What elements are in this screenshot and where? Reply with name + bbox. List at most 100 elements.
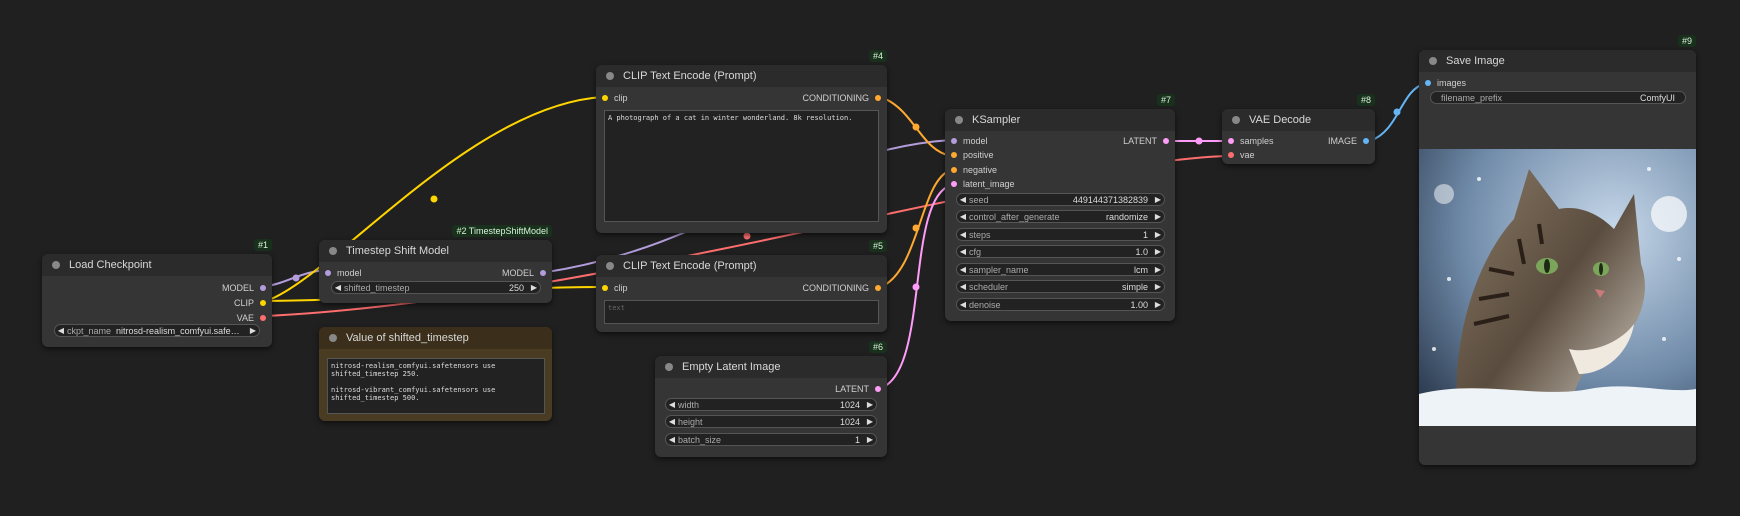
node-title-bar[interactable]: Empty Latent Image — [655, 356, 887, 378]
collapse-dot-icon[interactable] — [329, 247, 337, 255]
input-vae[interactable]: vae — [1222, 150, 1255, 160]
arrow-right-icon[interactable]: ▶ — [1152, 282, 1164, 291]
arrow-right-icon[interactable]: ▶ — [864, 435, 876, 444]
widget-value: simple — [1121, 281, 1148, 292]
node-ksampler[interactable]: #7 KSampler model positive negative late… — [945, 94, 1175, 321]
arrow-right-icon[interactable]: ▶ — [1152, 230, 1164, 239]
node-title-bar[interactable]: Value of shifted_timestep — [319, 327, 552, 349]
slot-label: latent_image — [963, 179, 1015, 189]
shifted-timestep-number[interactable]: ◀ shifted_timestep 250 ▶ — [331, 281, 541, 294]
input-model[interactable]: model — [319, 268, 362, 278]
note-text[interactable]: nitrosd-realism_comfyui.safetensors use … — [327, 358, 545, 414]
node-title-bar[interactable]: Timestep Shift Model — [319, 240, 552, 262]
slot-label: MODEL — [501, 268, 534, 278]
input-images[interactable]: images — [1419, 78, 1466, 88]
arrow-left-icon[interactable]: ◀ — [957, 212, 969, 221]
node-title-bar[interactable]: Save Image — [1419, 50, 1696, 72]
node-empty-latent-image[interactable]: #6 Empty Latent Image LATENT ◀ width 1024 ▶… — [655, 341, 887, 457]
height-number[interactable]: ◀ height 1024 ▶ — [665, 415, 877, 428]
input-clip[interactable]: clip — [596, 283, 628, 293]
output-latent[interactable]: LATENT — [1123, 136, 1175, 146]
input-model[interactable]: model — [945, 136, 988, 146]
output-conditioning[interactable]: CONDITIONING — [803, 283, 888, 293]
collapse-dot-icon[interactable] — [606, 262, 614, 270]
seed-number[interactable]: ◀ seed 449144371382839 ▶ — [956, 193, 1165, 206]
arrow-left-icon[interactable]: ◀ — [666, 417, 678, 426]
slot-label: LATENT — [835, 384, 869, 394]
node-id-badge: #2 TimestepShiftModel — [452, 225, 552, 237]
arrow-left-icon[interactable]: ◀ — [55, 326, 67, 335]
width-number[interactable]: ◀ width 1024 ▶ — [665, 398, 877, 411]
output-model[interactable]: MODEL — [502, 268, 552, 278]
arrow-right-icon[interactable]: ▶ — [1152, 195, 1164, 204]
arrow-right-icon[interactable]: ▶ — [247, 326, 259, 335]
output-vae[interactable]: VAE — [237, 313, 272, 323]
arrow-left-icon[interactable]: ◀ — [666, 435, 678, 444]
ckpt-name-combo[interactable]: ◀ ckpt_name nitrosd-realism_comfyui.safe…… — [54, 324, 260, 337]
collapse-dot-icon[interactable] — [606, 72, 614, 80]
collapse-dot-icon[interactable] — [955, 116, 963, 124]
widget-label: sampler_name — [969, 264, 1029, 275]
arrow-right-icon[interactable]: ▶ — [1152, 265, 1164, 274]
arrow-right-icon[interactable]: ▶ — [1152, 212, 1164, 221]
arrow-left-icon[interactable]: ◀ — [957, 230, 969, 239]
arrow-left-icon[interactable]: ◀ — [957, 300, 969, 309]
widget-label: seed — [969, 194, 989, 205]
collapse-dot-icon[interactable] — [52, 261, 60, 269]
output-clip[interactable]: CLIP — [234, 298, 272, 308]
steps-number[interactable]: ◀ steps 1 ▶ — [956, 228, 1165, 241]
input-latent-image[interactable]: latent_image — [945, 179, 1015, 189]
arrow-left-icon[interactable]: ◀ — [957, 265, 969, 274]
input-negative[interactable]: negative — [945, 165, 997, 175]
sampler-name-combo[interactable]: ◀ sampler_name lcm ▶ — [956, 263, 1165, 276]
cfg-number[interactable]: ◀ cfg 1.0 ▶ — [956, 245, 1165, 258]
widget-value: 1.0 — [1135, 246, 1148, 257]
arrow-right-icon[interactable]: ▶ — [1152, 300, 1164, 309]
input-positive[interactable]: positive — [945, 150, 994, 160]
collapse-dot-icon[interactable] — [665, 363, 673, 371]
collapse-dot-icon[interactable] — [1429, 57, 1437, 65]
collapse-dot-icon[interactable] — [1232, 116, 1240, 124]
control-after-generate-combo[interactable]: ◀ control_after_generate randomize ▶ — [956, 210, 1165, 223]
output-latent[interactable]: LATENT — [835, 384, 887, 394]
output-conditioning[interactable]: CONDITIONING — [803, 93, 888, 103]
arrow-left-icon[interactable]: ◀ — [957, 282, 969, 291]
slot-label: CLIP — [233, 298, 254, 308]
node-clip-text-encode-negative[interactable]: #5 CLIP Text Encode (Prompt) clip CONDIT… — [596, 240, 888, 332]
arrow-right-icon[interactable]: ▶ — [864, 417, 876, 426]
node-clip-text-encode-positive[interactable]: #4 CLIP Text Encode (Prompt) clip CONDIT… — [596, 50, 888, 233]
batch-size-number[interactable]: ◀ batch_size 1 ▶ — [665, 433, 877, 446]
prompt-text-area[interactable]: text — [604, 300, 879, 324]
arrow-left-icon[interactable]: ◀ — [332, 283, 344, 292]
arrow-right-icon[interactable]: ▶ — [1152, 247, 1164, 256]
input-clip[interactable]: clip — [596, 93, 628, 103]
output-image-preview[interactable] — [1419, 149, 1696, 426]
node-title: Load Checkpoint — [69, 259, 152, 271]
node-title-bar[interactable]: CLIP Text Encode (Prompt) — [596, 65, 887, 87]
arrow-left-icon[interactable]: ◀ — [957, 195, 969, 204]
arrow-left-icon[interactable]: ◀ — [957, 247, 969, 256]
node-title-bar[interactable]: CLIP Text Encode (Prompt) — [596, 255, 887, 277]
widget-label: cfg — [969, 246, 982, 257]
node-title-bar[interactable]: Load Checkpoint — [42, 254, 272, 276]
denoise-number[interactable]: ◀ denoise 1.00 ▶ — [956, 298, 1165, 311]
arrow-left-icon[interactable]: ◀ — [666, 400, 678, 409]
output-image[interactable]: IMAGE — [1328, 136, 1375, 146]
node-note[interactable]: Value of shifted_timestep nitrosd-realis… — [319, 327, 552, 421]
widget-value: ComfyUI — [1639, 92, 1675, 103]
filename-prefix-text[interactable]: filename_prefix ComfyUI — [1430, 91, 1686, 104]
prompt-text-area[interactable]: A photograph of a cat in winter wonderla… — [604, 110, 879, 222]
arrow-right-icon[interactable]: ▶ — [864, 400, 876, 409]
node-save-image[interactable]: #9 Save Image images filename_prefix Comf… — [1419, 35, 1696, 465]
node-timestep-shift-model[interactable]: #2 TimestepShiftModel Timestep Shift Mod… — [319, 225, 552, 303]
arrow-right-icon[interactable]: ▶ — [528, 283, 540, 292]
node-vae-decode[interactable]: #8 VAE Decode samples vae IMAGE — [1222, 94, 1375, 164]
node-title-bar[interactable]: VAE Decode — [1222, 109, 1375, 131]
output-model[interactable]: MODEL — [222, 283, 272, 293]
node-title-bar[interactable]: KSampler — [945, 109, 1175, 131]
node-load-checkpoint[interactable]: #1 Load Checkpoint MODEL CLIP VAE ◀ ckpt_… — [42, 239, 272, 347]
scheduler-combo[interactable]: ◀ scheduler simple ▶ — [956, 280, 1165, 293]
collapse-dot-icon[interactable] — [329, 334, 337, 342]
node-id-badge: #8 — [1356, 94, 1375, 106]
input-samples[interactable]: samples — [1222, 136, 1274, 146]
